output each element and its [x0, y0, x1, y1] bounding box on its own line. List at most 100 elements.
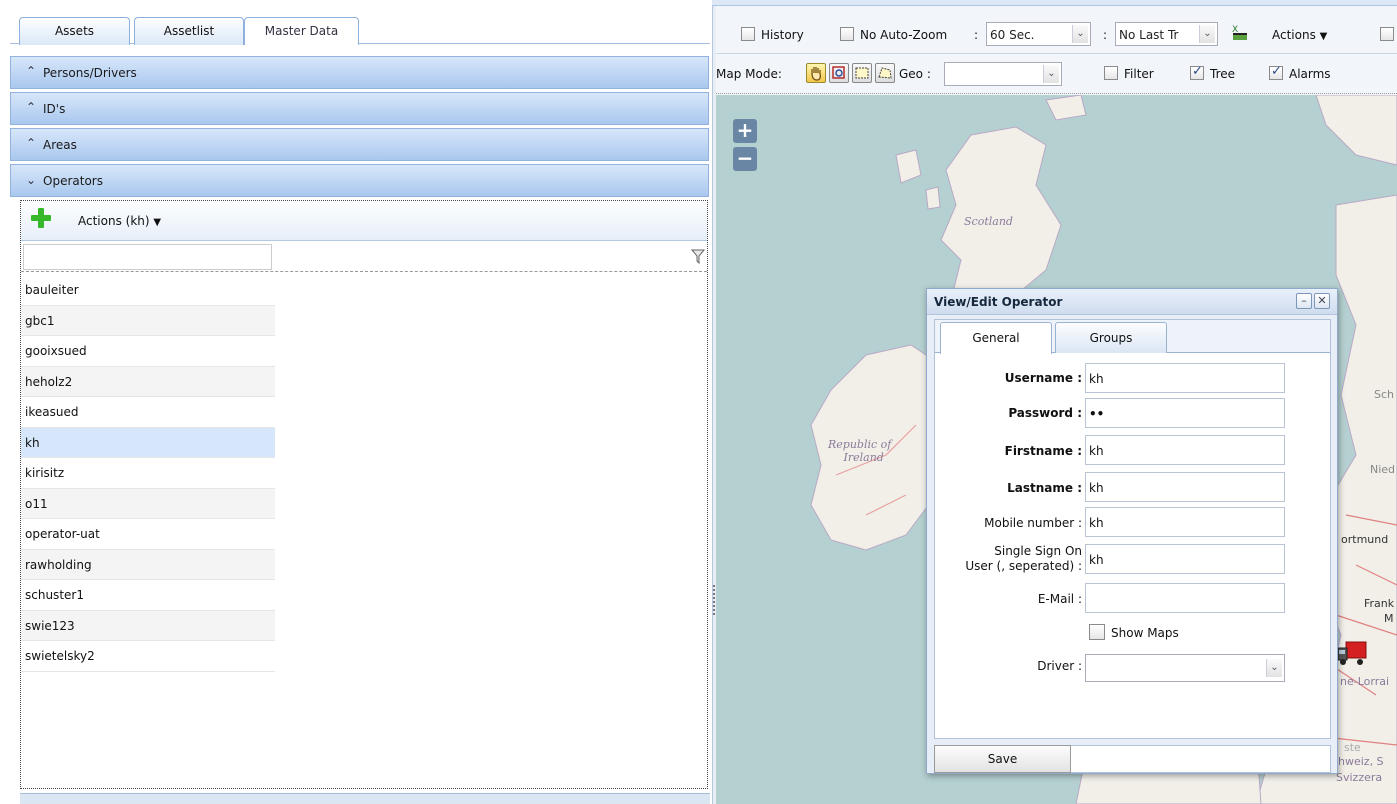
- truck-marker-icon[interactable]: [1337, 640, 1368, 668]
- caret-down-icon: ▼: [1319, 31, 1328, 42]
- funnel-icon[interactable]: [690, 249, 706, 265]
- add-icon[interactable]: [31, 208, 51, 228]
- last-track-select[interactable]: No Last Tr ⌄: [1115, 22, 1218, 46]
- tab-master-data[interactable]: Master Data: [244, 17, 359, 45]
- list-item[interactable]: bauleiter: [21, 275, 275, 306]
- mobile-label: Mobile number :: [984, 516, 1082, 530]
- accordion-operators[interactable]: ⌄ Operators: [10, 164, 709, 197]
- filter-row: [21, 242, 707, 272]
- dialog-header[interactable]: View/Edit Operator – ✕: [927, 289, 1337, 315]
- accordion-ids[interactable]: ⌃ ID's: [10, 92, 709, 125]
- email-label: E-Mail :: [1037, 592, 1082, 606]
- map-label-frank: Frank: [1364, 597, 1395, 610]
- list-item[interactable]: heholz2: [21, 366, 275, 397]
- mobile-field[interactable]: kh: [1085, 507, 1285, 537]
- tab-assets[interactable]: Assets: [19, 17, 130, 45]
- map-toolbar-bottom: Map Mode: Geo : ⌄ Filter Tree Alarms: [716, 54, 1397, 94]
- zoom-out-button[interactable]: −: [733, 147, 757, 171]
- accordion-persons-drivers[interactable]: ⌃ Persons/Drivers: [10, 56, 709, 89]
- map-label-sch: Sch: [1374, 388, 1395, 401]
- operator-filter-input[interactable]: [23, 244, 272, 270]
- zoom-in-button[interactable]: +: [733, 119, 757, 143]
- operators-panel: Actions (kh) ▼ bauleiter gbc1 gooixsued …: [20, 200, 708, 789]
- username-label: Username :: [1004, 371, 1082, 385]
- minimize-icon[interactable]: –: [1296, 293, 1312, 309]
- map-label-lorraine: ne-Lorrai: [1340, 675, 1390, 688]
- bottom-accordion-edge: [20, 793, 710, 804]
- actions-label: Actions: [1272, 28, 1316, 42]
- dialog-body: General Groups Username : kh Password : …: [934, 319, 1331, 739]
- history-checkbox[interactable]: [741, 27, 755, 41]
- dialog-tabs: General Groups: [935, 320, 1330, 354]
- accordion-areas[interactable]: ⌃ Areas: [10, 128, 709, 161]
- tab-groups[interactable]: Groups: [1055, 322, 1167, 353]
- chevron-down-icon: ⌄: [26, 173, 37, 187]
- list-item[interactable]: rawholding: [21, 549, 275, 580]
- driver-label: Driver :: [1037, 659, 1082, 673]
- list-item[interactable]: operator-uat: [21, 519, 275, 550]
- list-item-selected[interactable]: kh: [21, 427, 275, 458]
- last-track-value: No Last Tr: [1119, 28, 1179, 42]
- list-item[interactable]: gooixsued: [21, 336, 275, 367]
- no-auto-zoom-label: No Auto-Zoom: [860, 28, 948, 42]
- accordion-label: Operators: [43, 174, 103, 188]
- map-label-scotland: Scotland: [964, 215, 1013, 228]
- map-label-svizzera: Svizzera: [1336, 771, 1383, 784]
- password-field[interactable]: ••: [1085, 398, 1285, 428]
- separator-colon: :: [1103, 28, 1108, 42]
- separator-colon: :: [974, 28, 979, 42]
- map-actions-button[interactable]: Actions ▼: [1272, 28, 1327, 42]
- refresh-interval-value: 60 Sec.: [990, 28, 1035, 42]
- list-item[interactable]: schuster1: [21, 580, 275, 611]
- sso-label-line1: Single Sign On: [994, 544, 1082, 558]
- main-tabs: Assets Assetlist Master Data: [10, 13, 710, 45]
- splitter-grip-icon[interactable]: [713, 585, 715, 615]
- username-field[interactable]: kh: [1085, 363, 1285, 393]
- list-item[interactable]: swie123: [21, 610, 275, 641]
- actions-label: Actions (kh): [78, 214, 150, 228]
- operators-actions-button[interactable]: Actions (kh) ▼: [78, 214, 161, 228]
- password-label: Password :: [1008, 406, 1082, 420]
- dialog-footer: [1071, 745, 1331, 773]
- filter-checkbox[interactable]: [1104, 66, 1118, 80]
- sso-label-line2: User (, seperated) :: [965, 559, 1082, 573]
- operators-toolbar: Actions (kh) ▼: [21, 201, 707, 241]
- save-button[interactable]: Save: [934, 745, 1071, 773]
- master-data-panel: Assets Assetlist Master Data ⌃ Persons/D…: [0, 0, 712, 804]
- pan-hand-icon[interactable]: [806, 63, 826, 83]
- map-label-ireland-line2: Ireland: [843, 451, 884, 464]
- refresh-interval-select[interactable]: 60 Sec. ⌄: [986, 22, 1091, 46]
- chevron-up-icon: ⌃: [26, 100, 37, 114]
- sso-label: Single Sign On User (, seperated) :: [965, 544, 1082, 574]
- polygon-select-icon[interactable]: [875, 63, 895, 83]
- tab-general[interactable]: General: [940, 322, 1052, 354]
- list-item[interactable]: swietelsky2: [21, 641, 275, 672]
- email-field[interactable]: [1085, 583, 1285, 613]
- zoom-box-icon[interactable]: [829, 63, 849, 83]
- list-item[interactable]: gbc1: [21, 305, 275, 336]
- operators-list: bauleiter gbc1 gooixsued heholz2 ikeasue…: [21, 275, 275, 672]
- show-maps-checkbox[interactable]: [1089, 624, 1105, 640]
- list-item[interactable]: kirisitz: [21, 458, 275, 489]
- chevron-up-icon: ⌃: [26, 136, 37, 150]
- close-icon[interactable]: ✕: [1314, 293, 1330, 309]
- driver-select[interactable]: ⌄: [1085, 654, 1285, 682]
- history-label: History: [761, 28, 804, 42]
- firstname-field[interactable]: kh: [1085, 435, 1285, 465]
- excel-export-icon[interactable]: X: [1231, 23, 1249, 43]
- rectangle-select-icon[interactable]: [852, 63, 872, 83]
- sso-field[interactable]: kh: [1085, 544, 1285, 574]
- no-auto-zoom-checkbox[interactable]: [840, 27, 854, 41]
- filter-label: Filter: [1124, 67, 1154, 81]
- lastname-field[interactable]: kh: [1085, 472, 1285, 502]
- view-edit-operator-dialog: View/Edit Operator – ✕ General Groups Us…: [926, 288, 1338, 774]
- tree-checkbox[interactable]: [1190, 64, 1204, 80]
- geo-select[interactable]: ⌄: [944, 62, 1062, 86]
- accordion-label: ID's: [43, 102, 66, 116]
- alarms-checkbox[interactable]: [1269, 64, 1283, 80]
- map-label-ste: ste: [1344, 741, 1361, 754]
- list-item[interactable]: ikeasued: [21, 397, 275, 428]
- tab-assetlist[interactable]: Assetlist: [134, 17, 244, 45]
- extra-checkbox[interactable]: [1380, 27, 1394, 41]
- list-item[interactable]: o11: [21, 488, 275, 519]
